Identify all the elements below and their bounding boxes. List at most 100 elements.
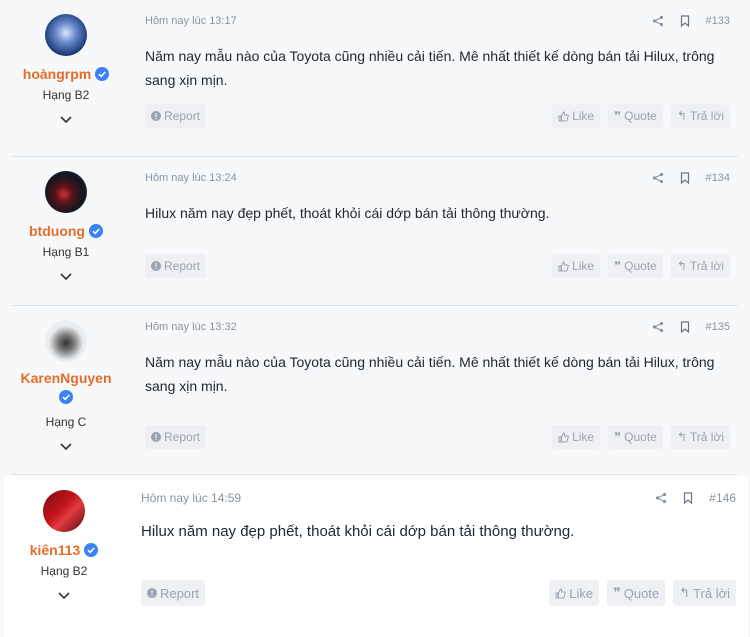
quote-label: Quote	[624, 109, 657, 123]
verified-icon	[88, 224, 103, 238]
user-info: KarenNguyen Hạng C	[12, 306, 120, 453]
like-button[interactable]: Like	[549, 580, 600, 606]
report-label: Report	[164, 109, 201, 123]
verified-icon	[84, 543, 99, 557]
quote-label: Quote	[624, 430, 657, 444]
chevron-down-icon[interactable]	[59, 112, 73, 126]
quote-button[interactable]: ❞ Quote	[608, 254, 663, 278]
quote-icon: ❞	[614, 259, 622, 273]
user-info: btduong Hạng B1	[12, 157, 120, 283]
thumbs-up-icon	[558, 110, 569, 121]
quote-icon: ❞	[614, 109, 622, 123]
report-label: Report	[160, 585, 200, 601]
report-label: Report	[164, 259, 201, 273]
reply-button[interactable]: ↰ Trả lời	[670, 425, 730, 449]
report-button[interactable]: Report	[145, 104, 207, 128]
username[interactable]: kiên113	[30, 542, 81, 558]
user-rank: Hạng B2	[42, 88, 90, 102]
report-button[interactable]: Report	[145, 425, 207, 449]
reply-label: Trả lời	[689, 430, 724, 444]
post-meta: Hôm nay lúc 13:24 #134	[145, 172, 730, 188]
quote-icon: ❞	[613, 585, 621, 600]
post-body: Năm nay mẫu nào của Toyota cũng nhiều cả…	[145, 48, 715, 88]
post-timestamp[interactable]: Hôm nay lúc 13:24	[145, 172, 237, 184]
post-meta: Hôm nay lúc 13:32 #135	[145, 321, 730, 337]
reply-icon: ↰	[676, 430, 687, 444]
thumbs-up-icon	[555, 587, 567, 598]
chevron-down-icon[interactable]	[57, 588, 71, 602]
quote-label: Quote	[623, 585, 660, 601]
alert-icon	[151, 111, 161, 121]
post-meta: Hôm nay lúc 14:59 #146	[141, 491, 736, 507]
user-rank: Hạng B1	[42, 245, 90, 259]
like-button[interactable]: Like	[552, 425, 601, 449]
post-timestamp[interactable]: Hôm nay lúc 13:17	[145, 15, 237, 27]
post-number[interactable]: #135	[706, 321, 730, 333]
report-label: Report	[164, 430, 201, 444]
verified-icon	[95, 67, 110, 81]
like-label: Like	[572, 109, 595, 123]
quote-button[interactable]: ❞ Quote	[608, 425, 663, 449]
reply-button[interactable]: ↰ Trả lời	[673, 580, 736, 606]
post-134: btduong Hạng B1 Hôm nay lúc 13:24 #134 H…	[12, 157, 738, 306]
report-button[interactable]: Report	[145, 254, 207, 278]
like-label: Like	[569, 585, 594, 601]
avatar[interactable]	[45, 171, 87, 213]
post-number[interactable]: #146	[709, 491, 736, 505]
avatar[interactable]	[43, 490, 85, 532]
post-meta: Hôm nay lúc 13:17 #133	[145, 15, 730, 31]
username[interactable]: btduong	[29, 223, 85, 239]
reply-button[interactable]: ↰ Trả lời	[670, 104, 730, 128]
thumbs-up-icon	[558, 431, 569, 442]
alert-icon	[147, 588, 157, 598]
user-info: hoàngrpm Hạng B2	[12, 0, 120, 126]
like-button[interactable]: Like	[552, 104, 601, 128]
post-body: Năm nay mẫu nào của Toyota cũng nhiều cả…	[145, 354, 715, 394]
reply-icon: ↰	[679, 585, 691, 600]
reply-icon: ↰	[676, 259, 687, 273]
like-label: Like	[572, 430, 595, 444]
username[interactable]: KarenNguyen	[20, 370, 111, 386]
bookmark-icon[interactable]	[680, 172, 690, 184]
quote-label: Quote	[624, 259, 657, 273]
bookmark-icon[interactable]	[680, 15, 690, 27]
user-rank: Hạng C	[45, 415, 87, 429]
bookmark-icon[interactable]	[680, 321, 690, 333]
alert-icon	[151, 432, 161, 442]
quote-icon: ❞	[614, 430, 622, 444]
reply-label: Trả lời	[689, 259, 724, 273]
thumbs-up-icon	[558, 260, 569, 271]
like-label: Like	[572, 259, 595, 273]
post-timestamp[interactable]: Hôm nay lúc 13:32	[145, 321, 237, 333]
share-icon[interactable]	[652, 15, 664, 27]
share-icon[interactable]	[652, 172, 664, 184]
like-button[interactable]: Like	[552, 254, 601, 278]
post-133: hoàngrpm Hạng B2 Hôm nay lúc 13:17 #133 …	[12, 0, 738, 157]
share-icon[interactable]	[655, 492, 667, 504]
reply-label: Trả lời	[693, 585, 730, 601]
post-135: KarenNguyen Hạng C Hôm nay lúc 13:32 #13…	[12, 306, 738, 475]
share-icon[interactable]	[652, 321, 664, 333]
reply-label: Trả lời	[689, 109, 724, 123]
reply-icon: ↰	[676, 109, 687, 123]
post-content: Hôm nay lúc 14:59 #146 Hilux năm nay đẹp…	[141, 476, 736, 637]
reply-button[interactable]: ↰ Trả lời	[670, 254, 730, 278]
post-timestamp[interactable]: Hôm nay lúc 14:59	[141, 491, 241, 505]
verified-icon	[59, 390, 73, 404]
chevron-down-icon[interactable]	[59, 439, 73, 453]
quote-button[interactable]: ❞ Quote	[607, 580, 666, 606]
username[interactable]: hoàngrpm	[23, 66, 91, 82]
chevron-down-icon[interactable]	[59, 269, 73, 283]
avatar[interactable]	[45, 14, 87, 56]
post-content: Hôm nay lúc 13:17 #133 Năm nay mẫu nào c…	[145, 0, 730, 156]
bookmark-icon[interactable]	[683, 492, 693, 504]
post-number[interactable]: #133	[706, 15, 730, 27]
quote-button[interactable]: ❞ Quote	[608, 104, 663, 128]
user-info: kiên113 Hạng B2	[10, 476, 118, 602]
post-number[interactable]: #134	[706, 172, 730, 184]
avatar[interactable]	[45, 320, 87, 362]
alert-icon	[151, 261, 161, 271]
report-button[interactable]: Report	[141, 580, 206, 606]
user-rank: Hạng B2	[40, 564, 88, 578]
post-content: Hôm nay lúc 13:24 #134 Hilux năm nay đẹp…	[145, 157, 730, 305]
